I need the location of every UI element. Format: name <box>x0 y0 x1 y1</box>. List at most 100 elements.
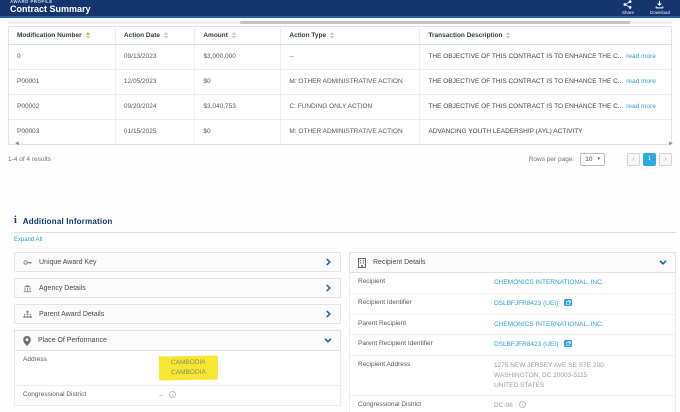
district-value: DC-98 <box>494 401 513 411</box>
chevron-down-icon: ▾ <box>597 156 600 162</box>
sort-icon[interactable] <box>330 32 334 39</box>
copy-icon[interactable] <box>564 340 572 347</box>
detail-value: DSLBFJFR8423 (UEI) <box>494 340 667 350</box>
chevron-down-icon <box>324 337 332 344</box>
cell-action-date: 01/15/2025 <box>115 120 194 144</box>
key-icon <box>23 258 32 267</box>
right-column: Recipient Details Recipient CHEMONICS IN… <box>349 252 676 412</box>
accordion-recipient-details[interactable]: Recipient Details <box>349 252 676 272</box>
column-header-amount[interactable]: Amount <box>194 27 280 44</box>
address-line: 1275 NEW JERSEY AVE SE STE 200 <box>494 361 604 371</box>
accordion-unique-award-key[interactable]: Unique Award Key <box>14 252 341 272</box>
previous-page-button[interactable]: ‹ <box>627 153 640 166</box>
recipient-identifier-link[interactable]: DSLBFJFR8423 (UEI) <box>494 299 558 309</box>
info-circle-icon[interactable] <box>169 391 176 398</box>
info-icon: i <box>14 216 17 226</box>
scroll-right-arrow-icon[interactable]: ► <box>668 141 674 147</box>
description-text: ADVANCING YOUTH LEADERSHIP (AYL) ACTIVIT… <box>428 128 582 136</box>
accordion-title: Agency Details <box>39 285 86 292</box>
table-horizontal-scrollbar[interactable] <box>8 21 672 24</box>
results-summary: 1-4 of 4 results <box>8 156 51 163</box>
cell-action-type: M: OTHER ADMINISTRATIVE ACTION <box>280 120 419 144</box>
pager: ‹ 1 › <box>627 153 672 166</box>
cell-action-date: 12/05/2023 <box>115 70 194 94</box>
parent-recipient-link[interactable]: CHEMONICS INTERNATIONAL, INC. <box>494 320 604 330</box>
parent-recipient-identifier-link[interactable]: DSLBFJFR8423 (UEI) <box>494 340 558 350</box>
column-header-action-type[interactable]: Action Type <box>280 27 419 44</box>
table-row: P00001 12/05/2023 $0 M: OTHER ADMINISTRA… <box>9 70 671 95</box>
map-pin-icon <box>23 336 31 346</box>
accordion-group-recipient-details: Recipient Details Recipient CHEMONICS IN… <box>349 252 676 412</box>
results-bar: 1-4 of 4 results Rows per page: 10 ▾ ‹ 1… <box>8 151 672 167</box>
description-text: THE OBJECTIVE OF THIS CONTRACT IS TO ENH… <box>428 78 623 85</box>
table-row: 0 09/13/2023 $3,000,000 -- THE OBJECTIVE… <box>9 45 671 70</box>
app-header: AWARD PROFILE Contract Summary Share Dow… <box>0 0 680 18</box>
accordion-columns: Unique Award Key Agency Details Parent <box>14 252 676 412</box>
scroll-left-arrow-icon[interactable]: ◄ <box>14 141 20 147</box>
sort-icon[interactable] <box>86 32 90 39</box>
download-icon <box>655 0 664 9</box>
cell-description: THE OBJECTIVE OF THIS CONTRACT IS TO ENH… <box>419 45 671 69</box>
accordion-group-place-of-performance: Place Of Performance Address CAMBODIA CA… <box>14 330 341 406</box>
recipient-link[interactable]: CHEMONICS INTERNATIONAL, INC. <box>494 278 604 288</box>
sort-icon[interactable] <box>506 32 510 39</box>
landmark-icon <box>23 284 32 293</box>
cell-action-type: C: FUNDING ONLY ACTION <box>280 95 419 119</box>
column-header-action-date[interactable]: Action Date <box>115 27 194 44</box>
sort-icon[interactable] <box>232 32 236 39</box>
read-more-link[interactable]: read more <box>626 103 656 110</box>
detail-label: Recipient Identifier <box>358 299 494 309</box>
cell-description: THE OBJECTIVE OF THIS CONTRACT IS TO ENH… <box>419 95 671 119</box>
accordion-place-of-performance[interactable]: Place Of Performance <box>14 330 341 350</box>
cell-modification-number: 0 <box>9 45 115 69</box>
detail-row-congressional-district: Congressional District DC-98 <box>350 396 675 412</box>
cell-action-date: 09/20/2024 <box>115 95 194 119</box>
download-label: Download <box>650 10 670 15</box>
cell-action-date: 09/13/2023 <box>115 45 194 69</box>
detail-row-parent-recipient-identifier: Parent Recipient Identifier DSLBFJFR8423… <box>350 335 675 356</box>
copy-icon[interactable] <box>564 299 572 306</box>
address-line: WASHINGTON, DC 20003-5115 <box>494 371 604 381</box>
cell-description: THE OBJECTIVE OF THIS CONTRACT IS TO ENH… <box>419 70 671 94</box>
detail-label: Congressional District <box>358 401 494 411</box>
read-more-link[interactable]: read more <box>626 53 656 60</box>
detail-value: 1275 NEW JERSEY AVE SE STE 200 WASHINGTO… <box>494 361 667 390</box>
accordion-parent-award-details[interactable]: Parent Award Details <box>14 304 341 324</box>
column-label: Modification Number <box>17 32 82 39</box>
address-line: CAMBODIA <box>171 358 206 368</box>
recipient-details-body: Recipient CHEMONICS INTERNATIONAL, INC. … <box>349 272 676 412</box>
building-icon <box>358 258 366 268</box>
detail-value: CHEMONICS INTERNATIONAL, INC. <box>494 320 667 330</box>
share-button[interactable]: Share <box>622 0 634 15</box>
page-1-button[interactable]: 1 <box>643 153 656 166</box>
chevron-right-icon <box>325 310 332 318</box>
pagination-controls: Rows per page: 10 ▾ ‹ 1 › <box>529 153 672 166</box>
cell-amount: $3,040,753 <box>194 95 280 119</box>
chevron-right-icon <box>325 258 332 266</box>
expand-all-link[interactable]: Expand All <box>14 237 42 243</box>
column-label: Amount <box>203 32 228 39</box>
sort-icon[interactable] <box>164 32 168 39</box>
info-circle-icon[interactable] <box>519 401 526 408</box>
read-more-link[interactable]: read more <box>626 78 656 85</box>
cell-amount: $0 <box>194 70 280 94</box>
detail-label: Congressional District <box>23 391 159 401</box>
column-header-transaction-description[interactable]: Transaction Description <box>419 27 671 44</box>
detail-row-recipient-address: Recipient Address 1275 NEW JERSEY AVE SE… <box>350 356 675 396</box>
column-header-modification-number[interactable]: Modification Number <box>9 27 115 44</box>
column-label: Transaction Description <box>428 32 502 39</box>
detail-label: Parent Recipient <box>358 320 494 330</box>
detail-value: DSLBFJFR8423 (UEI) <box>494 299 667 309</box>
next-page-button[interactable]: › <box>659 153 672 166</box>
accordion-agency-details[interactable]: Agency Details <box>14 278 341 298</box>
scrollbar-thumb[interactable] <box>240 21 630 24</box>
sitemap-icon <box>23 310 32 319</box>
address-line: UNITED STATES <box>494 381 604 391</box>
cell-modification-number: P00001 <box>9 70 115 94</box>
table-header-row: Modification Number Action Date Amount A… <box>9 27 671 45</box>
rows-per-page-select[interactable]: 10 ▾ <box>580 153 605 166</box>
download-button[interactable]: Download <box>650 0 670 15</box>
share-icon <box>623 0 632 9</box>
detail-row-address: Address CAMBODIA CAMBODIA <box>15 351 340 386</box>
cell-amount: $3,000,000 <box>194 45 280 69</box>
